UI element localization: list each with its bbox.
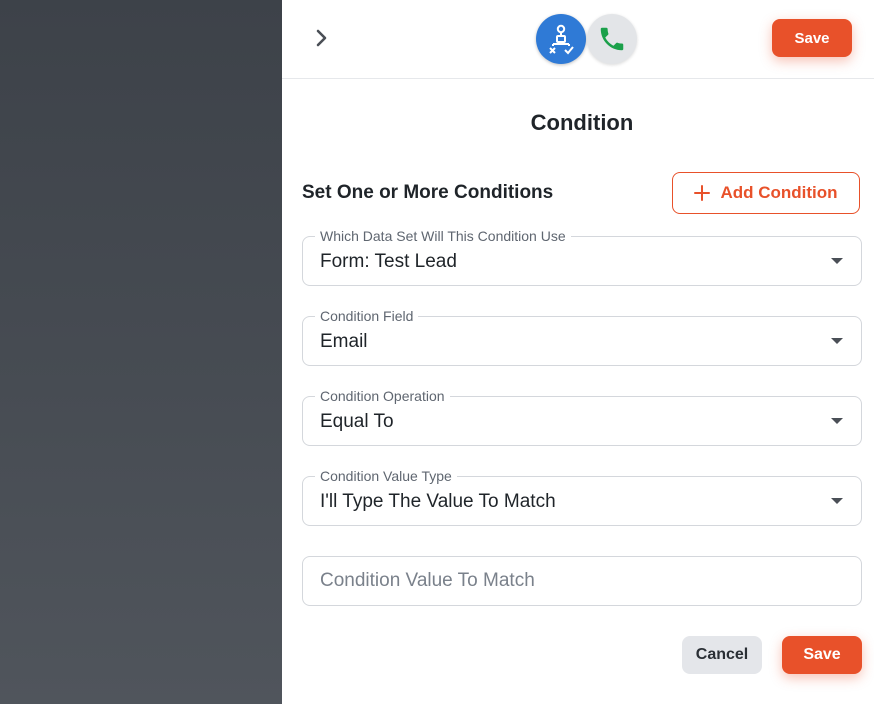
add-condition-button[interactable]: Add Condition xyxy=(672,172,860,214)
condition-value-input[interactable] xyxy=(302,556,862,606)
condition-operation-select[interactable]: Condition Operation Equal To xyxy=(302,387,862,446)
condition-value-type-value: I'll Type The Value To Match xyxy=(320,491,556,512)
workflow-step-icon[interactable] xyxy=(536,14,586,64)
header-save-button[interactable]: Save xyxy=(772,19,852,57)
phone-icon xyxy=(600,27,624,51)
condition-operation-label: Condition Operation xyxy=(315,387,450,405)
conditions-section-label: Set One or More Conditions xyxy=(302,182,554,203)
save-button[interactable]: Save xyxy=(782,636,862,674)
panel-header: Save xyxy=(282,0,874,79)
condition-field-value: Email xyxy=(320,331,368,352)
modal-backdrop[interactable] xyxy=(0,0,282,704)
condition-operation-value: Equal To xyxy=(320,411,394,432)
caret-down-icon xyxy=(831,338,843,344)
flowchart-icon xyxy=(549,24,574,55)
data-set-value: Form: Test Lead xyxy=(320,251,457,272)
caret-down-icon xyxy=(831,498,843,504)
page-title: Condition xyxy=(530,110,634,135)
condition-value-type-label: Condition Value Type xyxy=(315,467,457,485)
chevron-right-icon xyxy=(316,29,327,47)
cancel-button[interactable]: Cancel xyxy=(682,636,762,674)
data-set-label: Which Data Set Will This Condition Use xyxy=(315,227,571,245)
condition-side-panel: Save Condition Set One or More Condition… xyxy=(282,0,874,704)
data-set-select[interactable]: Which Data Set Will This Condition Use F… xyxy=(302,227,862,286)
caret-down-icon xyxy=(831,258,843,264)
collapse-panel-button[interactable] xyxy=(308,24,336,52)
condition-value-type-select[interactable]: Condition Value Type I'll Type The Value… xyxy=(302,467,862,526)
phone-step-icon[interactable] xyxy=(587,14,637,64)
condition-field-select[interactable]: Condition Field Email xyxy=(302,307,862,366)
caret-down-icon xyxy=(831,418,843,424)
add-condition-label: Add Condition xyxy=(720,183,838,202)
condition-field-label: Condition Field xyxy=(315,307,419,325)
plus-icon xyxy=(694,185,711,201)
